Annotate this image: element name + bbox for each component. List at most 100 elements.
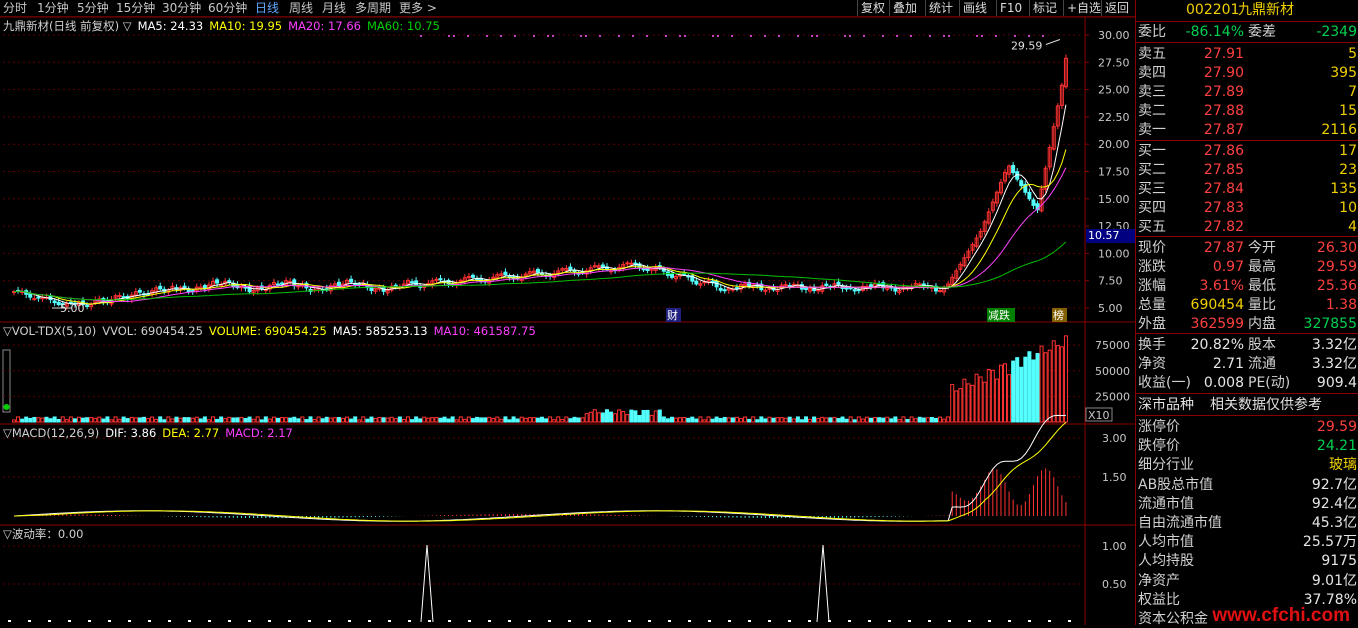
volume-bar <box>852 419 857 423</box>
kline-chart[interactable]: 30.0027.5025.0022.5020.0017.5015.0012.50… <box>0 0 1135 625</box>
candle-body <box>243 286 248 289</box>
candle-body <box>844 287 849 290</box>
volume-bar <box>783 417 788 423</box>
volume-bar <box>1019 366 1024 423</box>
volume-bar <box>808 418 813 423</box>
macd-tick-label: 3.00 <box>1102 432 1127 445</box>
volume-bar <box>125 418 130 423</box>
weibi-label: 委比 <box>1138 24 1166 40</box>
volume-bar <box>669 416 674 423</box>
volume-bar <box>1011 360 1016 423</box>
volume-bar <box>52 416 57 423</box>
volume-bar <box>170 418 175 423</box>
market-type-tab[interactable]: 深市品种 <box>1138 396 1194 414</box>
fundamental-label: 流通 <box>1248 356 1276 372</box>
volume-bar <box>223 418 228 423</box>
volume-bar <box>665 418 670 423</box>
signal-dot <box>547 35 549 37</box>
bid-price: 27.83 <box>1203 200 1244 216</box>
volume-bar <box>292 416 297 423</box>
volume-bar <box>795 416 800 423</box>
candle-body <box>336 281 341 287</box>
ask-level-label: 卖四 <box>1138 65 1166 81</box>
volume-bar <box>974 373 979 423</box>
volume-bar <box>458 416 463 423</box>
volume-bar <box>40 417 45 423</box>
y-tick-label: 7.50 <box>1098 275 1123 288</box>
stat-label: 涨跌 <box>1138 259 1166 275</box>
volume-bar <box>613 413 618 423</box>
volume-bar <box>816 418 821 423</box>
fundamental-label: 股本 <box>1248 337 1276 353</box>
bid-volume: 4 <box>1348 219 1357 235</box>
volatility-baseline-mark <box>348 620 351 622</box>
candle-body <box>568 266 573 271</box>
ask-price: 27.91 <box>1203 46 1244 62</box>
vola-tick-label: 1.00 <box>1102 540 1127 553</box>
volume-bar <box>1035 353 1040 423</box>
volume-bar <box>775 417 780 423</box>
volume-bar <box>730 417 735 423</box>
volatility-baseline-mark <box>408 620 411 622</box>
volume-bar <box>1031 359 1036 423</box>
signal-dot <box>618 35 620 37</box>
volume-bar <box>247 416 252 423</box>
volume-bar <box>178 417 183 423</box>
signal-dot <box>665 35 667 37</box>
signal-dot <box>453 35 455 37</box>
ask-volume: 15 <box>1339 103 1357 119</box>
signal-dot <box>448 35 450 37</box>
volume-bar <box>637 414 642 423</box>
volume-bar <box>621 410 626 423</box>
volume-bar <box>938 416 943 423</box>
ask-level-label: 卖一 <box>1138 122 1166 138</box>
volume-bar <box>259 419 264 423</box>
volume-bar <box>345 416 350 423</box>
volume-bar <box>572 416 577 423</box>
volume-bar <box>759 416 764 423</box>
volume-bar <box>1027 351 1032 423</box>
volatility-baseline-mark <box>948 620 951 622</box>
volatility-baseline-mark <box>208 620 211 622</box>
fundamental-value: 0.008 <box>1203 375 1244 391</box>
candle-body <box>137 289 142 293</box>
signal-dot <box>896 35 898 37</box>
y-tick-label: 15.00 <box>1098 193 1130 206</box>
fundamental-row: 净资 2.71 流通 3.32亿 <box>1136 355 1358 373</box>
volume-bar <box>206 419 211 423</box>
volume-bar <box>231 417 236 423</box>
volatility-baseline-mark <box>828 620 831 622</box>
bid-volume: 17 <box>1339 143 1357 159</box>
candle-body <box>36 296 41 299</box>
signal-dot <box>717 35 719 37</box>
vol-ma10-label: MA10: 461587.75 <box>433 324 536 338</box>
stat-label: 外盘 <box>1138 316 1166 332</box>
ask-level-row: 卖一 27.87 2116 <box>1136 121 1358 139</box>
volume-bar <box>690 416 695 423</box>
volume-bar <box>966 383 971 423</box>
candle-body <box>804 287 808 290</box>
volume-bar <box>410 419 415 423</box>
info-row: 细分行业 玻璃 <box>1136 456 1358 474</box>
event-marker: 财 <box>667 308 678 322</box>
volume-bar <box>779 417 784 423</box>
ask-volume: 7 <box>1348 84 1357 100</box>
volatility-baseline-mark <box>768 620 771 622</box>
bid-level-row: 买一 27.86 17 <box>1136 142 1358 160</box>
volume-bar <box>422 416 427 423</box>
volume-bar <box>312 419 317 423</box>
candle-body <box>434 278 439 281</box>
candle-body <box>641 268 646 271</box>
volume-bar <box>828 417 833 423</box>
volatility-baseline-mark <box>968 620 971 622</box>
info-label: 权益比 <box>1138 591 1180 608</box>
fundamental-value: 20.82% <box>1190 337 1244 353</box>
volume-bar <box>840 416 845 423</box>
volume-bar <box>68 416 73 423</box>
volume-bar <box>848 416 853 423</box>
candle-body <box>507 275 512 278</box>
volume-bar <box>166 416 171 423</box>
volume-bar <box>694 418 699 423</box>
ma60-label: MA60: 10.75 <box>366 19 440 33</box>
volume-bar <box>978 376 983 423</box>
